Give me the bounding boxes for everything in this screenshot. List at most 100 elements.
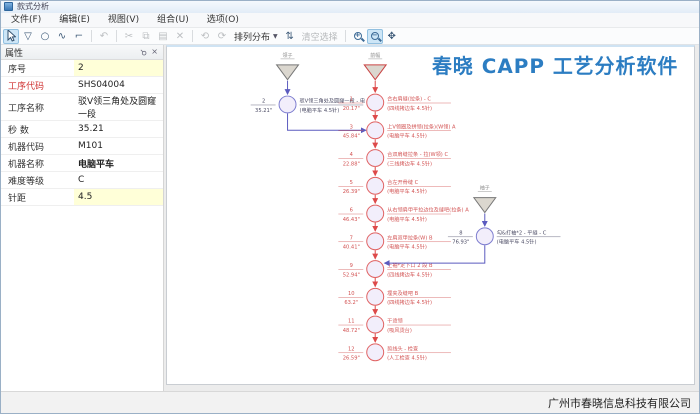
node-number: 7 xyxy=(350,235,353,241)
connector-tool-icon[interactable]: ⌐ xyxy=(71,29,87,44)
process-flow-diagram: 春晓 CAPP 工艺分析软件领子235.21"驳V领三角处及圆窿一段 - 电 C… xyxy=(167,47,694,384)
properties-panel-header: 属性 ⚲ × xyxy=(0,45,163,60)
property-row: 机器代码M101 xyxy=(0,138,163,155)
ellipse-tool-icon[interactable]: ○ xyxy=(37,29,53,44)
menu-bar: 文件(F)编辑(E)视图(V)组合(U)选项(O) xyxy=(0,13,700,28)
process-node-9[interactable] xyxy=(367,261,384,278)
process-node-10[interactable] xyxy=(367,288,384,305)
triangle-tool-icon[interactable]: ▽ xyxy=(20,29,36,44)
node-number: 4 xyxy=(350,152,353,158)
node-time: 76.93" xyxy=(452,240,469,246)
sort-order-icon[interactable]: ⇅ xyxy=(282,29,298,44)
property-value[interactable]: SHS04004 xyxy=(74,77,163,93)
node-time: 48.72" xyxy=(343,328,360,334)
diagram-canvas[interactable]: 春晓 CAPP 工艺分析软件领子235.21"驳V领三角处及圆窿一段 - 电 C… xyxy=(166,45,695,385)
property-label: 难度等级 xyxy=(0,174,74,187)
copy-icon: ⧉ xyxy=(138,29,154,44)
node-number: 1 xyxy=(350,97,353,103)
node-number: 2 xyxy=(262,99,265,105)
property-label: 工序名称 xyxy=(0,101,74,114)
node-time: 20.17" xyxy=(343,106,360,112)
sleeve-source-triangle[interactable] xyxy=(474,198,496,213)
menu-item-0[interactable]: 文件(F) xyxy=(2,13,50,28)
pin-icon[interactable]: ⚲ xyxy=(138,47,148,57)
process-node-3[interactable] xyxy=(367,122,384,139)
process-node-6[interactable] xyxy=(367,205,384,222)
node-time: 26.39" xyxy=(343,189,360,195)
process-node-1[interactable] xyxy=(367,94,384,111)
toolbar-separator xyxy=(345,30,346,42)
zoom-in-icon[interactable]: + xyxy=(350,29,366,44)
process-node-11[interactable] xyxy=(367,316,384,333)
node-machine: (电脑平车 4.5针) xyxy=(497,238,537,246)
property-value[interactable]: C xyxy=(74,172,163,188)
close-icon[interactable]: × xyxy=(151,48,158,56)
main-area: 属性 ⚲ × 序号2 工序代码SHS04004工序名称驳V领三角处及圆窿一段秒 数… xyxy=(0,45,700,391)
process-node-7[interactable] xyxy=(367,233,384,250)
curve-tool-icon[interactable]: ∿ xyxy=(54,29,70,44)
node-description: 上袖*定下口 2 段 B xyxy=(387,261,433,269)
process-node-12[interactable] xyxy=(367,344,384,361)
property-row: 难度等级C xyxy=(0,172,163,189)
node-machine: (电脑平车 4.5针) xyxy=(299,106,339,114)
properties-panel-title: 属性 xyxy=(5,46,135,59)
node-number: 6 xyxy=(350,208,353,214)
properties-panel: 属性 ⚲ × 序号2 工序代码SHS04004工序名称驳V领三角处及圆窿一段秒 数… xyxy=(0,45,164,391)
property-value[interactable]: 电脑平车 xyxy=(74,155,163,171)
property-value[interactable]: 4.5 xyxy=(74,189,163,205)
node-number: 3 xyxy=(350,124,353,130)
front-body-source-triangle[interactable] xyxy=(364,65,386,80)
toolbar: ▽○∿⌐↶✂⧉▤✕⟲⟳排列分布▼⇅清空选择+−✥ xyxy=(0,28,700,45)
property-row: 机器名称电脑平车 xyxy=(0,155,163,172)
property-value[interactable]: 驳V领三角处及圆窿一段 xyxy=(74,94,163,120)
properties-table: 序号2工序代码SHS04004工序名称驳V领三角处及圆窿一段秒 数35.21机器… xyxy=(0,60,163,206)
node-time: 46.43" xyxy=(343,217,360,223)
menu-item-1[interactable]: 编辑(E) xyxy=(50,13,99,28)
property-value[interactable]: M101 xyxy=(74,138,163,154)
node-description: 剪线头 - 检查 xyxy=(387,344,418,352)
menu-item-3[interactable]: 组合(U) xyxy=(148,13,198,28)
node-machine: (电脑平车 4.5针) xyxy=(387,132,427,140)
property-row: 序号2 xyxy=(0,60,163,77)
window-title: 款式分析 xyxy=(17,1,49,12)
collar-source-triangle[interactable] xyxy=(277,65,299,80)
node-number: 12 xyxy=(348,346,355,352)
app-icon xyxy=(4,2,13,11)
node-description: 勾&打袖*2 - 平缝 - C xyxy=(497,228,547,236)
property-label: 秒 数 xyxy=(0,123,74,136)
canvas-wrap: 春晓 CAPP 工艺分析软件领子235.21"驳V领三角处及圆窿一段 - 电 C… xyxy=(164,45,700,391)
menu-item-2[interactable]: 视图(V) xyxy=(99,13,148,28)
node-machine: (电脑平车 4.5针) xyxy=(387,243,427,251)
menu-item-4[interactable]: 选项(O) xyxy=(198,13,248,28)
zoom-out-icon[interactable]: − xyxy=(367,29,383,44)
property-row: 针距4.5 xyxy=(0,189,163,206)
toolbar-separator xyxy=(91,30,92,42)
process-node-8[interactable] xyxy=(476,228,493,245)
property-label: 工序代码 xyxy=(0,79,74,92)
arrange-distribute-button[interactable]: 排列分布▼ xyxy=(231,29,281,44)
select-tool-icon[interactable] xyxy=(3,29,19,44)
property-label: 机器代码 xyxy=(0,140,74,153)
rotate-right-icon: ⟳ xyxy=(214,29,230,44)
node-time: 63.2" xyxy=(344,300,358,306)
node-number: 10 xyxy=(348,291,355,297)
node-machine: (三线拷边车 4.5针) xyxy=(387,159,432,167)
node-machine: (电脑平车 4.5针) xyxy=(387,187,427,195)
property-row: 秒 数35.21 xyxy=(0,121,163,138)
node-description: 干烫领 xyxy=(387,317,403,325)
property-label: 机器名称 xyxy=(0,157,74,170)
pan-icon[interactable]: ✥ xyxy=(384,29,400,44)
node-machine: (四线拷边车 4.5针) xyxy=(387,270,432,278)
process-node-2[interactable] xyxy=(279,96,296,113)
process-node-4[interactable] xyxy=(367,150,384,167)
node-description: 上V领圈及拼领(拉条)(W领) A xyxy=(387,122,456,130)
property-value[interactable]: 2 xyxy=(74,60,163,76)
node-machine: (四线拷边车 4.5针) xyxy=(387,298,432,306)
process-node-5[interactable] xyxy=(367,177,384,194)
node-description: 埋夹及缝吧 B xyxy=(387,289,419,297)
chevron-down-icon: ▼ xyxy=(273,33,278,40)
toolbar-separator xyxy=(192,30,193,42)
property-value[interactable]: 35.21 xyxy=(74,121,163,137)
node-time: 35.21" xyxy=(255,108,272,114)
paste-icon: ▤ xyxy=(155,29,171,44)
